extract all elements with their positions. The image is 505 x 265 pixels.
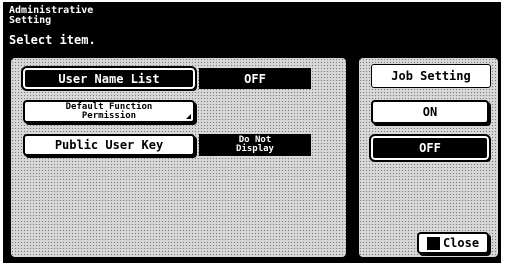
user-name-list-button[interactable]: User Name List — [21, 66, 197, 91]
public-user-key-value: Do Not Display — [199, 134, 311, 156]
close-button[interactable]: Close — [417, 232, 489, 254]
job-setting-label: Job Setting — [371, 64, 491, 88]
submenu-corner-icon — [186, 114, 191, 119]
close-label: Close — [442, 236, 480, 250]
on-label: ON — [422, 105, 438, 119]
job-setting-panel: Job Setting ON OFF Close — [357, 56, 500, 259]
user-name-list-value: OFF — [199, 68, 311, 89]
job-setting-on-button[interactable]: ON — [371, 100, 489, 124]
admin-setting-screen: Administrative Setting Select item. User… — [0, 0, 505, 265]
content-area: User Name List OFF Default Function Perm… — [3, 50, 501, 263]
settings-panel: User Name List OFF Default Function Perm… — [9, 56, 348, 259]
header-bar: Administrative Setting Select item. — [3, 2, 501, 50]
default-function-permission-button[interactable]: Default Function Permission — [23, 100, 195, 123]
default-function-permission-label: Default Function Permission — [65, 101, 153, 121]
screen-subtitle: Select item. — [9, 33, 96, 47]
job-setting-off-button[interactable]: OFF — [369, 134, 491, 162]
user-name-list-label: User Name List — [58, 71, 160, 86]
public-user-key-button[interactable]: Public User Key — [23, 134, 195, 156]
public-user-key-label: Public User Key — [54, 138, 164, 152]
off-label: OFF — [419, 141, 441, 155]
close-icon — [426, 236, 440, 250]
screen-title: Administrative Setting — [9, 5, 94, 26]
